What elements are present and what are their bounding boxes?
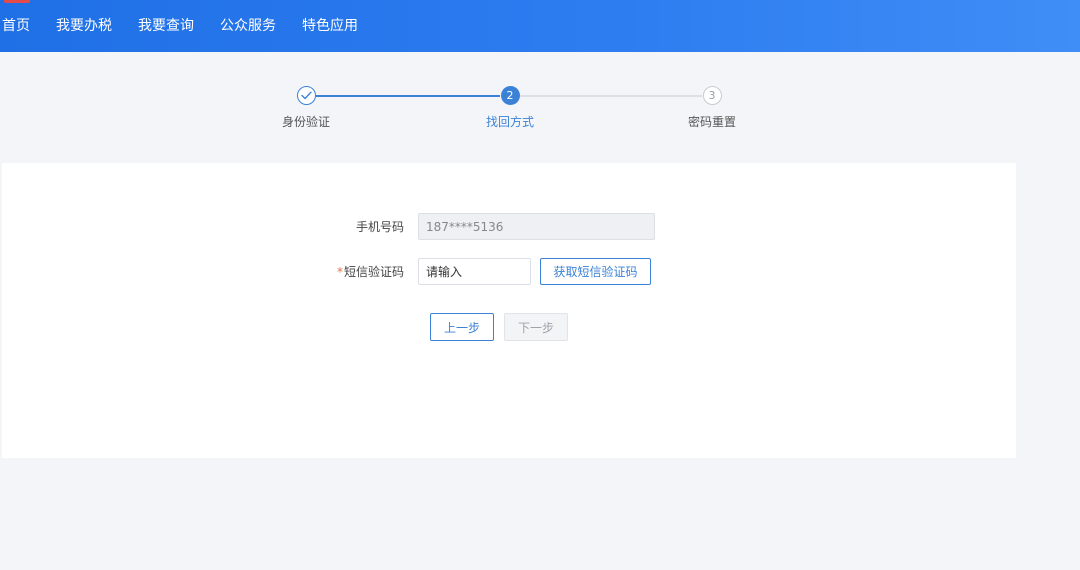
top-nav-bar: 首页 我要办税 我要查询 公众服务 特色应用 <box>0 0 1080 52</box>
step-label-1: 身份验证 <box>281 115 330 129</box>
next-step-button[interactable]: 下一步 <box>504 313 568 341</box>
nav-item-query[interactable]: 我要查询 <box>138 0 194 52</box>
step-circle-1 <box>296 86 316 105</box>
nav-item-home[interactable]: 首页 <box>2 0 30 52</box>
step-circle-3: 3 <box>702 86 722 105</box>
progress-steps: 身份验证 2 找回方式 3 密码重置 <box>0 86 1080 136</box>
step-recovery-method: 2 找回方式 <box>450 86 570 130</box>
previous-step-button[interactable]: 上一步 <box>430 313 494 341</box>
step-password-reset: 3 密码重置 <box>652 86 772 130</box>
nav-item-special-apps[interactable]: 特色应用 <box>302 0 358 52</box>
sms-code-label: *短信验证码 <box>2 263 418 280</box>
sms-code-row: *短信验证码 获取短信验证码 <box>2 258 651 285</box>
get-sms-code-button[interactable]: 获取短信验证码 <box>540 258 651 285</box>
phone-field: 187****5136 <box>418 213 655 240</box>
nav-item-public-service[interactable]: 公众服务 <box>220 0 276 52</box>
step-identity-verification: 身份验证 <box>246 86 366 130</box>
nav-item-tax-filing[interactable]: 我要办税 <box>56 0 112 52</box>
sms-code-input[interactable] <box>418 258 531 285</box>
main-nav: 首页 我要办税 我要查询 公众服务 特色应用 <box>0 0 384 52</box>
step-label-2: 找回方式 <box>485 115 534 129</box>
step-label-3: 密码重置 <box>687 115 736 129</box>
required-mark: * <box>336 265 343 279</box>
phone-label: 手机号码 <box>355 220 404 234</box>
step-circle-2: 2 <box>500 86 520 105</box>
form-card: 手机号码 187****5136 *短信验证码 获取短信验证码 上一步 下一步 <box>2 163 1016 458</box>
phone-row: 手机号码 187****5136 <box>2 213 655 240</box>
form-actions: 上一步 下一步 <box>430 313 568 341</box>
sms-code-label-text: 短信验证码 <box>343 265 404 279</box>
check-icon <box>300 91 312 100</box>
